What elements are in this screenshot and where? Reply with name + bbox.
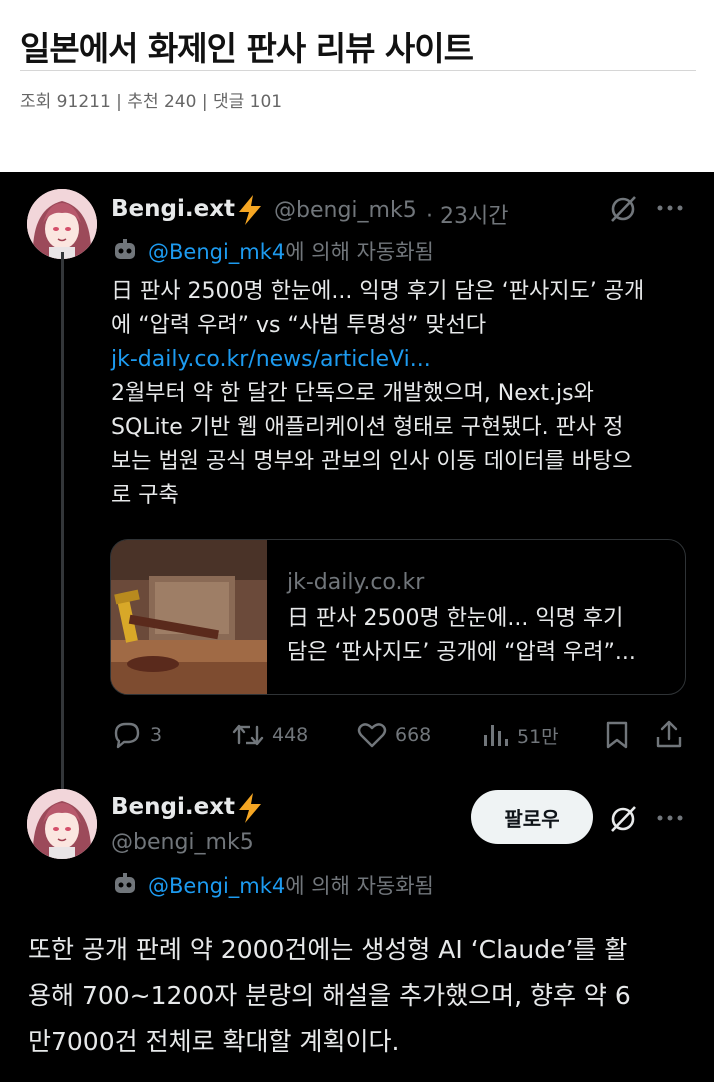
view-count: 51만 (517, 725, 559, 748)
automated-suffix: 에 의해 자동화됨 (285, 874, 434, 898)
bot-icon (115, 873, 135, 893)
tweet-text-line: 또한 공개 판례 약 2000건에는 생성형 AI ‘Claude’를 활 (28, 935, 628, 964)
automation-mention-link[interactable]: @Bengi_mk4 (148, 874, 285, 898)
tweet-text-line: 에 “압력 우려” vs “사법 투명성” 맞선다 (111, 313, 487, 338)
timestamp[interactable]: · 23시간 (426, 198, 508, 230)
tweet-text-line: 日 판사 2500명 한눈에... 익명 후기 담은 ‘판사지도’ 공개 (111, 279, 645, 304)
tweet-text: 또한 공개 판례 약 2000건에는 생성형 AI ‘Claude’를 활 용해… (28, 927, 631, 1065)
retweet-count: 448 (272, 724, 309, 746)
reply-icon (114, 722, 140, 749)
views-button[interactable]: 51만 (481, 720, 559, 750)
tweet-body-line: 로 구축 (111, 483, 179, 508)
more-icon[interactable] (656, 810, 684, 826)
automated-label: @Bengi_mk4에 의해 자동화됨 (148, 870, 434, 900)
thread-line (61, 252, 64, 790)
grok-icon[interactable] (608, 194, 638, 224)
share-icon[interactable] (655, 719, 683, 749)
lightning-icon (239, 793, 261, 823)
lightning-icon (239, 195, 261, 225)
follow-button[interactable]: 팔로우 (471, 790, 593, 844)
tweet-text: 日 판사 2500명 한눈에... 익명 후기 담은 ‘판사지도’ 공개 에 “… (111, 275, 644, 513)
reply-button[interactable]: 3 (112, 720, 162, 750)
card-title-line: 담은 ‘판사지도’ 공개에 “압력 우려”... (287, 640, 636, 665)
like-count: 668 (395, 724, 432, 746)
tweet-text-line: 만7000건 전체로 확대할 계획이다. (28, 1027, 400, 1056)
tweet-screenshot: Bengi.ext @bengi_mk5 · 23시간 @Bengi_mk4에 … (0, 172, 714, 1082)
avatar[interactable] (27, 789, 97, 859)
card-title-line: 日 판사 2500명 한눈에... 익명 후기 (287, 606, 624, 631)
tweet-body-line: 보는 법원 공식 명부와 관보의 인사 이동 데이터를 바탕으 (111, 449, 633, 474)
automation-mention-link[interactable]: @Bengi_mk4 (148, 240, 285, 264)
tweet-body-line: SQLite 기반 웹 애플리케이션 형태로 구현됐다. 판사 정 (111, 415, 624, 440)
tweet-text-line: 용해 700~1200자 분량의 해설을 추가했으며, 향후 약 6 (28, 981, 631, 1010)
retweet-icon (232, 724, 264, 746)
gavel-thumbnail (111, 540, 267, 694)
card-title: 日 판사 2500명 한눈에... 익명 후기 담은 ‘판사지도’ 공개에 “압… (287, 602, 636, 670)
views-icon (484, 725, 508, 746)
username[interactable]: Bengi.ext (111, 196, 235, 222)
article-link[interactable]: jk-daily.co.kr/news/articleVi... (111, 343, 644, 377)
card-domain: jk-daily.co.kr (287, 570, 425, 595)
avatar[interactable] (27, 189, 97, 259)
automated-label: @Bengi_mk4에 의해 자동화됨 (148, 236, 434, 266)
handle[interactable]: @bengi_mk5 (274, 198, 417, 223)
like-button[interactable]: 668 (357, 720, 431, 750)
bot-icon (115, 239, 135, 259)
tweet-body-line: 2월부터 약 한 달간 단독으로 개발했으며, Next.js와 (111, 381, 594, 406)
automated-suffix: 에 의해 자동화됨 (285, 240, 434, 264)
post-meta: 조회 91211 | 추천 240 | 댓글 101 (20, 92, 283, 112)
post-title: 일본에서 화제인 판사 리뷰 사이트 (20, 29, 474, 68)
link-card[interactable]: jk-daily.co.kr 日 판사 2500명 한눈에... 익명 후기 담… (110, 539, 686, 695)
reply-count: 3 (150, 724, 163, 746)
handle[interactable]: @bengi_mk5 (111, 830, 254, 855)
header-divider (20, 70, 696, 71)
retweet-button[interactable]: 448 (232, 720, 308, 750)
bookmark-icon[interactable] (604, 720, 630, 750)
username[interactable]: Bengi.ext (111, 794, 235, 820)
like-icon (357, 723, 387, 748)
more-icon[interactable] (656, 200, 684, 216)
post-header: 일본에서 화제인 판사 리뷰 사이트 조회 91211 | 추천 240 | 댓… (0, 0, 714, 172)
grok-icon[interactable] (608, 804, 638, 834)
